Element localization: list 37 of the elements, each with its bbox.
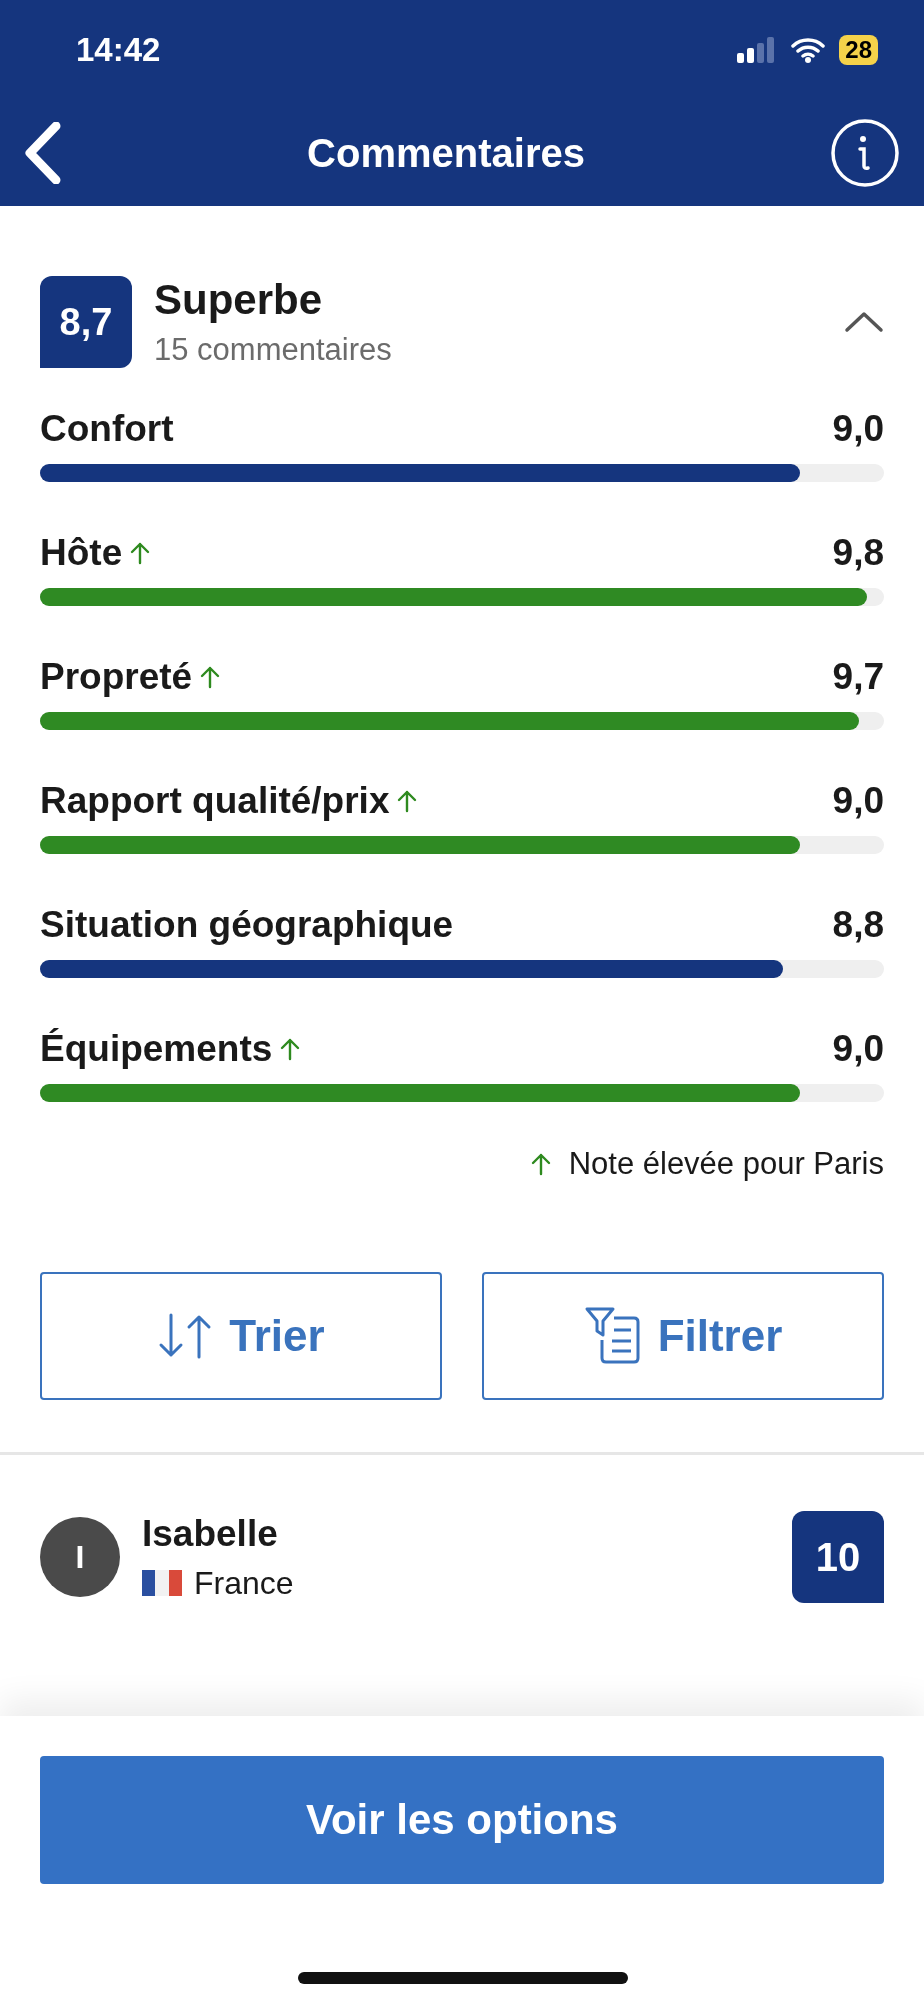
see-options-button[interactable]: Voir les options <box>40 1756 884 1884</box>
status-time: 14:42 <box>76 31 161 69</box>
category-name: Propreté <box>40 656 193 698</box>
reviewer-country: France <box>194 1564 294 1602</box>
category-score: 9,0 <box>832 780 884 822</box>
category-name: Confort <box>40 408 174 450</box>
arrow-up-icon <box>530 1152 551 1176</box>
battery-level: 28 <box>839 35 878 65</box>
page-title: Commentaires <box>307 130 585 176</box>
reviewer-name: Isabelle <box>142 1512 279 1555</box>
arrow-up-icon <box>200 665 221 689</box>
flag-icon <box>142 1568 182 1598</box>
arrow-up-icon <box>130 541 151 565</box>
filter-list-icon <box>583 1306 642 1366</box>
category-name: Situation géographique <box>40 904 454 946</box>
category-name: Rapport qualité/prix <box>40 780 390 822</box>
rating-label: Superbe <box>154 276 324 324</box>
review-count: 15 commentaires <box>154 332 393 368</box>
category-score: 9,0 <box>832 1028 884 1070</box>
sort-button[interactable]: Trier <box>40 1272 442 1400</box>
category-score: 9,8 <box>832 532 884 574</box>
wifi-icon <box>791 37 826 63</box>
avatar: I <box>40 1517 120 1597</box>
score-badge: 8,7 <box>40 276 132 368</box>
legend-text: Note élevée pour Paris <box>568 1146 884 1182</box>
filter-button[interactable]: Filtrer <box>482 1272 884 1400</box>
chevron-icon[interactable] <box>844 310 884 334</box>
review-score-badge: 10 <box>792 1511 884 1603</box>
arrow-up-icon <box>280 1037 301 1061</box>
arrow-up-icon <box>397 789 418 813</box>
category-score: 9,7 <box>832 656 884 698</box>
category-name: Hôte <box>40 532 123 574</box>
category-score: 9,0 <box>832 408 884 450</box>
category-score: 8,8 <box>832 904 884 946</box>
back-icon[interactable] <box>22 122 62 184</box>
info-icon[interactable] <box>830 118 900 188</box>
category-name: Équipements <box>40 1028 273 1070</box>
